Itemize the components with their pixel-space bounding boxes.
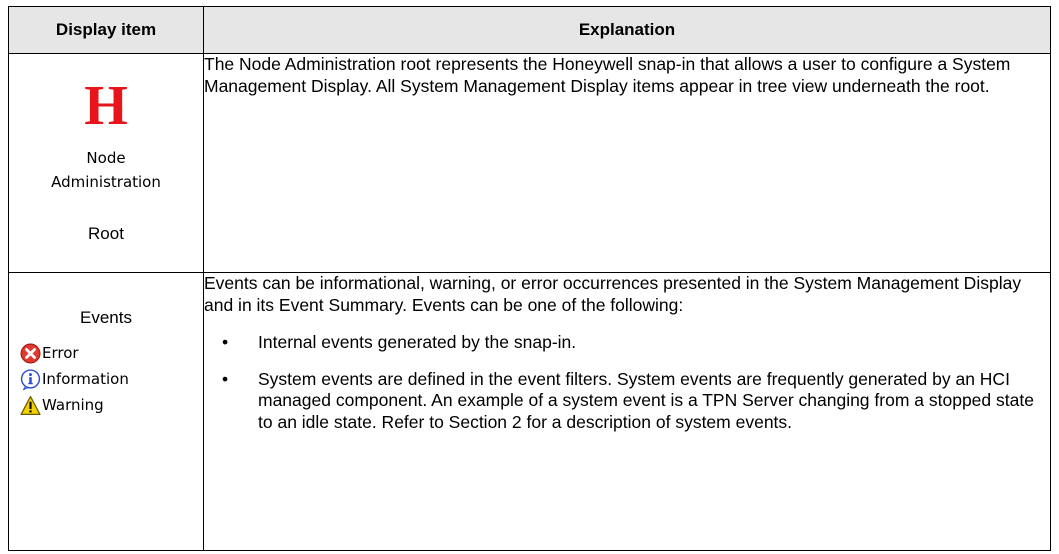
table-row-events: Events Error Information Warning Events … xyxy=(8,272,1051,551)
information-icon xyxy=(20,368,41,390)
honeywell-logo-icon: H xyxy=(84,75,128,137)
display-items-table: Display item Explanation H Node Administ… xyxy=(8,6,1051,551)
column-header-explanation: Explanation xyxy=(203,6,1051,54)
explanation-cell: Events can be informational, warning, or… xyxy=(203,272,1051,551)
tree-label-line: Administration xyxy=(51,173,161,191)
column-header-display-item: Display item xyxy=(8,6,204,54)
display-item-cell: H Node Administration Root xyxy=(8,53,204,273)
event-type-list: Error Information Warning xyxy=(9,340,203,418)
table-header-row: Display item Explanation xyxy=(8,6,1051,54)
event-type-warning: Warning xyxy=(20,392,203,418)
list-item: • Internal events generated by the snap-… xyxy=(204,332,1050,354)
table-row-root: H Node Administration Root The Node Admi… xyxy=(8,53,1051,273)
bullet-icon: • xyxy=(222,368,229,389)
explanation-paragraph: The Node Administration root represents … xyxy=(204,54,1011,96)
event-type-error: Error xyxy=(20,340,203,366)
explanation-cell: The Node Administration root represents … xyxy=(203,53,1051,273)
error-icon xyxy=(20,343,41,363)
bullet-text: System events are defined in the event f… xyxy=(258,368,1034,432)
bullet-icon: • xyxy=(222,332,229,352)
event-type-information: Information xyxy=(20,366,203,392)
item-caption: Root xyxy=(88,224,124,243)
list-item: • System events are defined in the event… xyxy=(204,369,1050,434)
warning-icon xyxy=(20,395,41,415)
event-type-label: Warning xyxy=(42,396,104,414)
explanation-bullet-list: • Internal events generated by the snap-… xyxy=(204,332,1050,433)
display-item-cell: Events Error Information Warning xyxy=(8,272,204,551)
bullet-text: Internal events generated by the snap-in… xyxy=(258,332,577,352)
event-type-label: Error xyxy=(42,344,79,362)
explanation-paragraph: Events can be informational, warning, or… xyxy=(204,273,1022,315)
event-type-label: Information xyxy=(42,370,129,388)
tree-label-line: Node xyxy=(86,149,126,167)
item-caption: Events xyxy=(80,308,132,327)
